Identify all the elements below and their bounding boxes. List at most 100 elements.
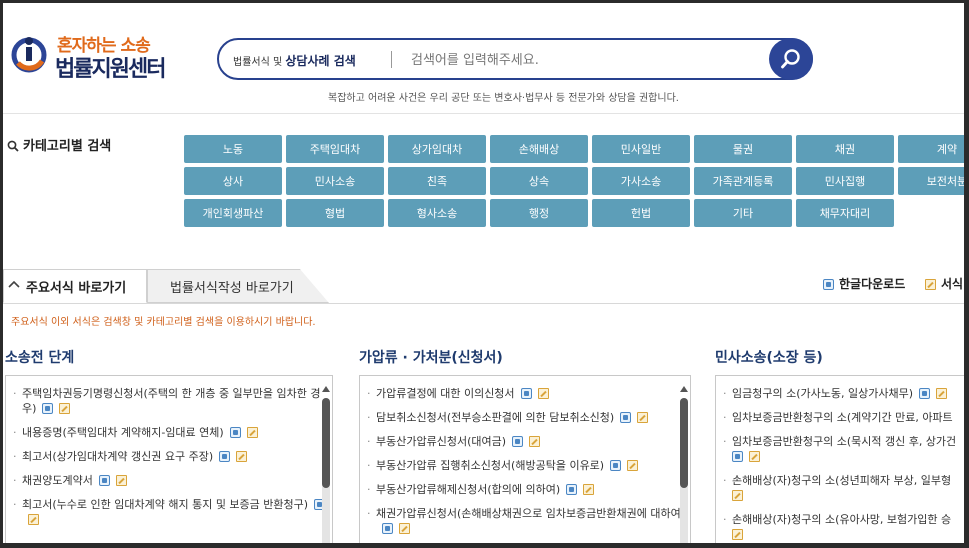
search-divider: [391, 51, 392, 68]
write-form-icon[interactable]: [236, 451, 248, 462]
hwp-file-icon[interactable]: [566, 484, 578, 495]
hwp-file-icon[interactable]: [512, 436, 524, 447]
write-form-icon[interactable]: [732, 529, 743, 540]
write-form-icon[interactable]: [583, 484, 595, 495]
scrollbar[interactable]: [680, 398, 688, 543]
category-button[interactable]: 민사소송: [286, 167, 384, 195]
hwp-download-label: 한글다운로드: [839, 277, 906, 291]
hwp-file-icon[interactable]: [42, 403, 54, 414]
hwp-file-icon[interactable]: [219, 451, 231, 462]
write-form-icon[interactable]: [749, 451, 760, 462]
form-title: 가압류결정에 대한 이의신청서: [376, 387, 515, 400]
list-item[interactable]: 부동산가압류 집행취소신청서(해방공탁을 이유로): [366, 458, 690, 473]
write-form-icon[interactable]: [529, 436, 541, 447]
search-input[interactable]: [411, 50, 751, 70]
hwp-file-icon[interactable]: [229, 427, 241, 438]
category-button[interactable]: 헌법: [592, 199, 690, 227]
hwp-download-link[interactable]: 한글다운로드: [823, 275, 905, 292]
search-scope-label: 상담사례 검색: [285, 54, 356, 68]
form-title: 손해배상(자)청구의 소(유아사망, 보험가입한 승: [732, 513, 952, 526]
list-item[interactable]: 임차보증금반환청구의 소(묵시적 갱신 후, 상가건: [722, 434, 964, 464]
list-item[interactable]: 최고서(상가임대차계약 갱신권 요구 주장): [12, 449, 332, 464]
search-button[interactable]: [769, 38, 813, 80]
write-form-icon[interactable]: [732, 490, 743, 501]
category-button[interactable]: 손해배상: [490, 135, 588, 163]
category-button[interactable]: 형법: [286, 199, 384, 227]
site-logo[interactable]: 혼자하는 소송 법률지원센터: [9, 29, 199, 82]
category-button[interactable]: 가사소송: [592, 167, 690, 195]
category-row: 개인회생파산 형법 형사소송 행정 헌법 기타 채무자대리: [184, 199, 964, 227]
write-form-icon[interactable]: [59, 403, 71, 414]
write-form-icon[interactable]: [399, 523, 410, 534]
hwp-file-icon[interactable]: [382, 523, 393, 534]
list-item[interactable]: 가압류결정에 대한 이의신청서: [366, 386, 690, 401]
category-button[interactable]: 노동: [184, 135, 282, 163]
form-title: 채권양도계약서: [22, 474, 93, 487]
search-scope: 법률서식 및 상담사례 검색: [233, 52, 356, 69]
form-write-link[interactable]: 서식: [925, 275, 963, 292]
category-button[interactable]: 친족: [388, 167, 486, 195]
list-item[interactable]: 부동산가압류해제신청서(합의에 의하여): [366, 482, 690, 497]
hwp-file-icon[interactable]: [620, 412, 632, 423]
write-form-icon[interactable]: [246, 427, 258, 438]
column-title-civil-suit: 민사소송(소장 등): [715, 350, 823, 366]
list-item[interactable]: 채권가압류신청서(손해배상채권으로 임차보증금반환채권에 대하여): [366, 506, 690, 536]
category-button[interactable]: 채권: [796, 135, 894, 163]
search-bar: 법률서식 및 상담사례 검색: [217, 38, 813, 80]
list-item[interactable]: 손해배상(자)청구의 소(유아사망, 보험가입한 승: [722, 512, 964, 542]
hwp-file-icon[interactable]: [98, 475, 110, 486]
category-button[interactable]: 형사소송: [388, 199, 486, 227]
category-button[interactable]: 행정: [490, 199, 588, 227]
list-item[interactable]: 부동산가압류신청서(대여금): [366, 434, 690, 449]
form-title: 부동산가압류신청서(대여금): [376, 435, 507, 448]
category-button[interactable]: 물권: [694, 135, 792, 163]
form-title: 임금청구의 소(가사노동, 일상가사채무): [732, 387, 913, 400]
tab-main-forms[interactable]: 주요서식 바로가기: [3, 269, 147, 303]
tab-form-writing[interactable]: 법률서식작성 바로가기: [147, 269, 329, 303]
header-divider: [3, 113, 964, 114]
category-button[interactable]: 주택임대차: [286, 135, 384, 163]
list-item[interactable]: 채권양도계약서: [12, 473, 332, 488]
tab-underline: [3, 303, 964, 304]
list-item[interactable]: 담보취소신청서(전부승소판결에 의한 담보취소신청): [366, 410, 690, 425]
category-button[interactable]: 개인회생파산: [184, 199, 282, 227]
scroll-up-arrow-icon[interactable]: [322, 386, 330, 392]
category-button[interactable]: 민사일반: [592, 135, 690, 163]
list-item[interactable]: 최고서(누수로 인한 임대차계약 해지 통지 및 보증금 반환청구): [12, 497, 332, 527]
hwp-file-icon[interactable]: [520, 388, 532, 399]
write-form-icon[interactable]: [637, 412, 649, 423]
category-button[interactable]: 상가임대차: [388, 135, 486, 163]
form-title: 최고서(상가임대차계약 갱신권 요구 주장): [22, 450, 214, 463]
write-form-icon: [925, 279, 936, 290]
scrollbar-thumb[interactable]: [680, 398, 688, 488]
write-form-icon[interactable]: [537, 388, 549, 399]
hwp-file-icon[interactable]: [919, 388, 930, 399]
category-button[interactable]: 상속: [490, 167, 588, 195]
scrollbar[interactable]: [322, 398, 330, 543]
write-form-icon[interactable]: [627, 460, 639, 471]
form-tabs: 주요서식 바로가기 법률서식작성 바로가기 한글다운로드 서식: [3, 265, 964, 305]
list-item[interactable]: 임금청구의 소(가사노동, 일상가사채무): [722, 386, 964, 401]
hwp-file-icon[interactable]: [732, 451, 743, 462]
category-button[interactable]: 가족관계등록: [694, 167, 792, 195]
write-form-icon[interactable]: [936, 388, 947, 399]
write-form-icon[interactable]: [28, 514, 39, 525]
scroll-up-arrow-icon[interactable]: [680, 386, 688, 392]
list-item[interactable]: 임차보증금반환청구의 소(계약기간 만료, 아파트: [722, 410, 964, 425]
list-item[interactable]: 내용증명(주택임대차 계약해지-임대료 연체): [12, 425, 332, 440]
form-list-civil-suit: 임금청구의 소(가사노동, 일상가사채무) 임차보증금반환청구의 소(계약기간 …: [715, 375, 964, 543]
category-button[interactable]: 채무자대리: [796, 199, 894, 227]
category-button[interactable]: 상사: [184, 167, 282, 195]
hwp-file-icon[interactable]: [610, 460, 622, 471]
category-button[interactable]: 민사집행: [796, 167, 894, 195]
scrollbar-thumb[interactable]: [322, 398, 330, 488]
form-list-pre-suit: 주택임차권등기명령신청서(주택의 한 개층 중 일부만을 임차한 경우) 내용증…: [5, 375, 333, 543]
write-form-icon[interactable]: [115, 475, 127, 486]
browser-page: 혼자하는 소송 법률지원센터 법률서식 및 상담사례 검색 복잡하고 어려운 사…: [3, 3, 964, 543]
category-button[interactable]: 기타: [694, 199, 792, 227]
category-row: 노동 주택임대차 상가임대차 손해배상 민사일반 물권 채권 계약: [184, 135, 964, 163]
category-button[interactable]: 계약: [898, 135, 964, 163]
category-button[interactable]: 보전처분: [898, 167, 964, 195]
list-item[interactable]: 손해배상(자)청구의 소(성년피해자 부상, 일부형: [722, 473, 964, 503]
list-item[interactable]: 주택임차권등기명령신청서(주택의 한 개층 중 일부만을 임차한 경우): [12, 386, 332, 416]
